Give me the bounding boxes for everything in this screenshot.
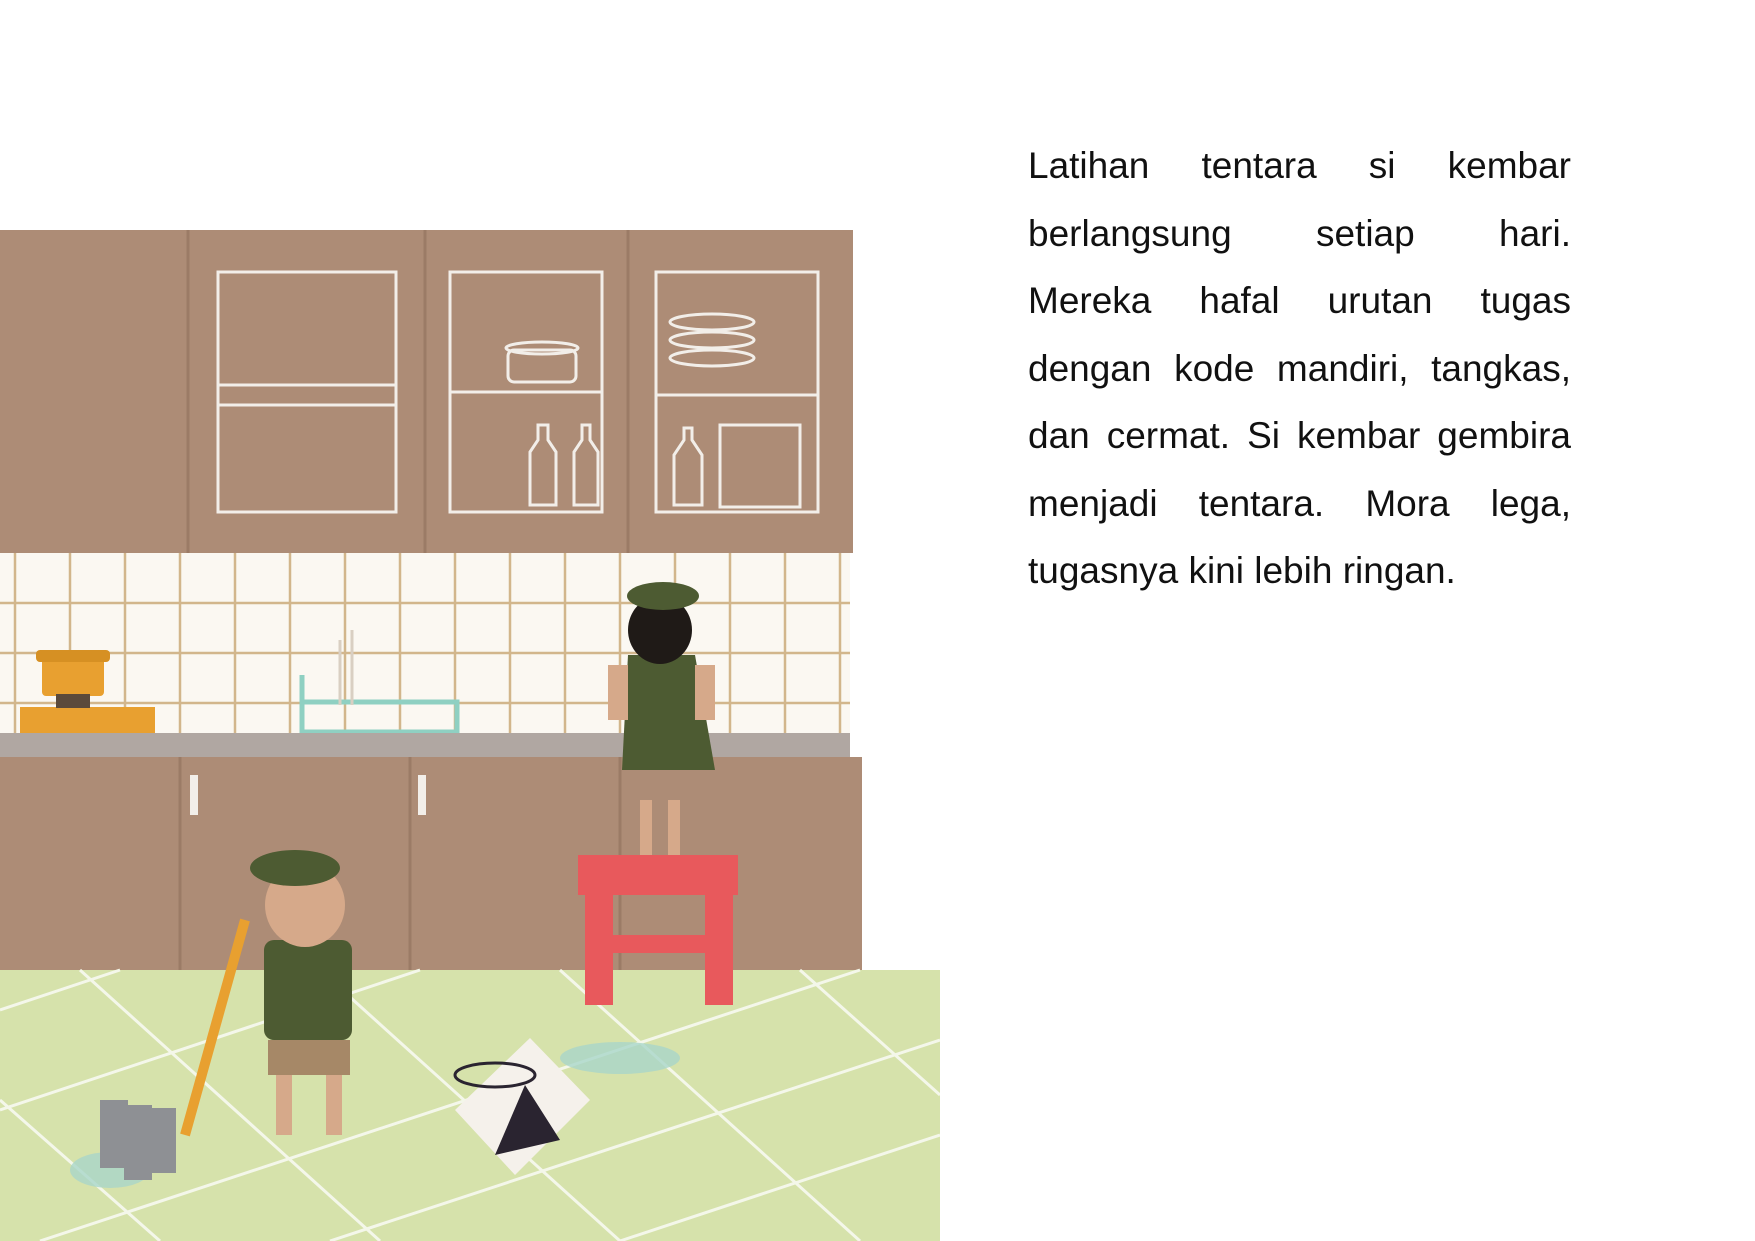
story-line-2: berlangsung setiap hari.	[1028, 212, 1571, 254]
kitchen-illustration	[0, 230, 940, 1241]
story-line-3: Mereka hafal urutan tugas	[1028, 280, 1571, 321]
story-line-4: dengan kode mandiri, tangkas,	[1028, 347, 1571, 389]
story-text: Latihan tentara si kembar berlangsung se…	[1028, 132, 1571, 605]
story-line-5: dan cermat. Si kembar gembira	[1028, 415, 1571, 456]
countertop	[0, 733, 850, 757]
story-line-7: tugasnya kini lebih ringan.	[1028, 550, 1456, 591]
tile-backsplash	[0, 553, 850, 733]
upper-cabinets	[0, 230, 853, 553]
story-line-1: Latihan tentara si kembar	[1028, 145, 1571, 186]
story-line-6: menjadi tentara. Mora lega,	[1028, 482, 1571, 524]
